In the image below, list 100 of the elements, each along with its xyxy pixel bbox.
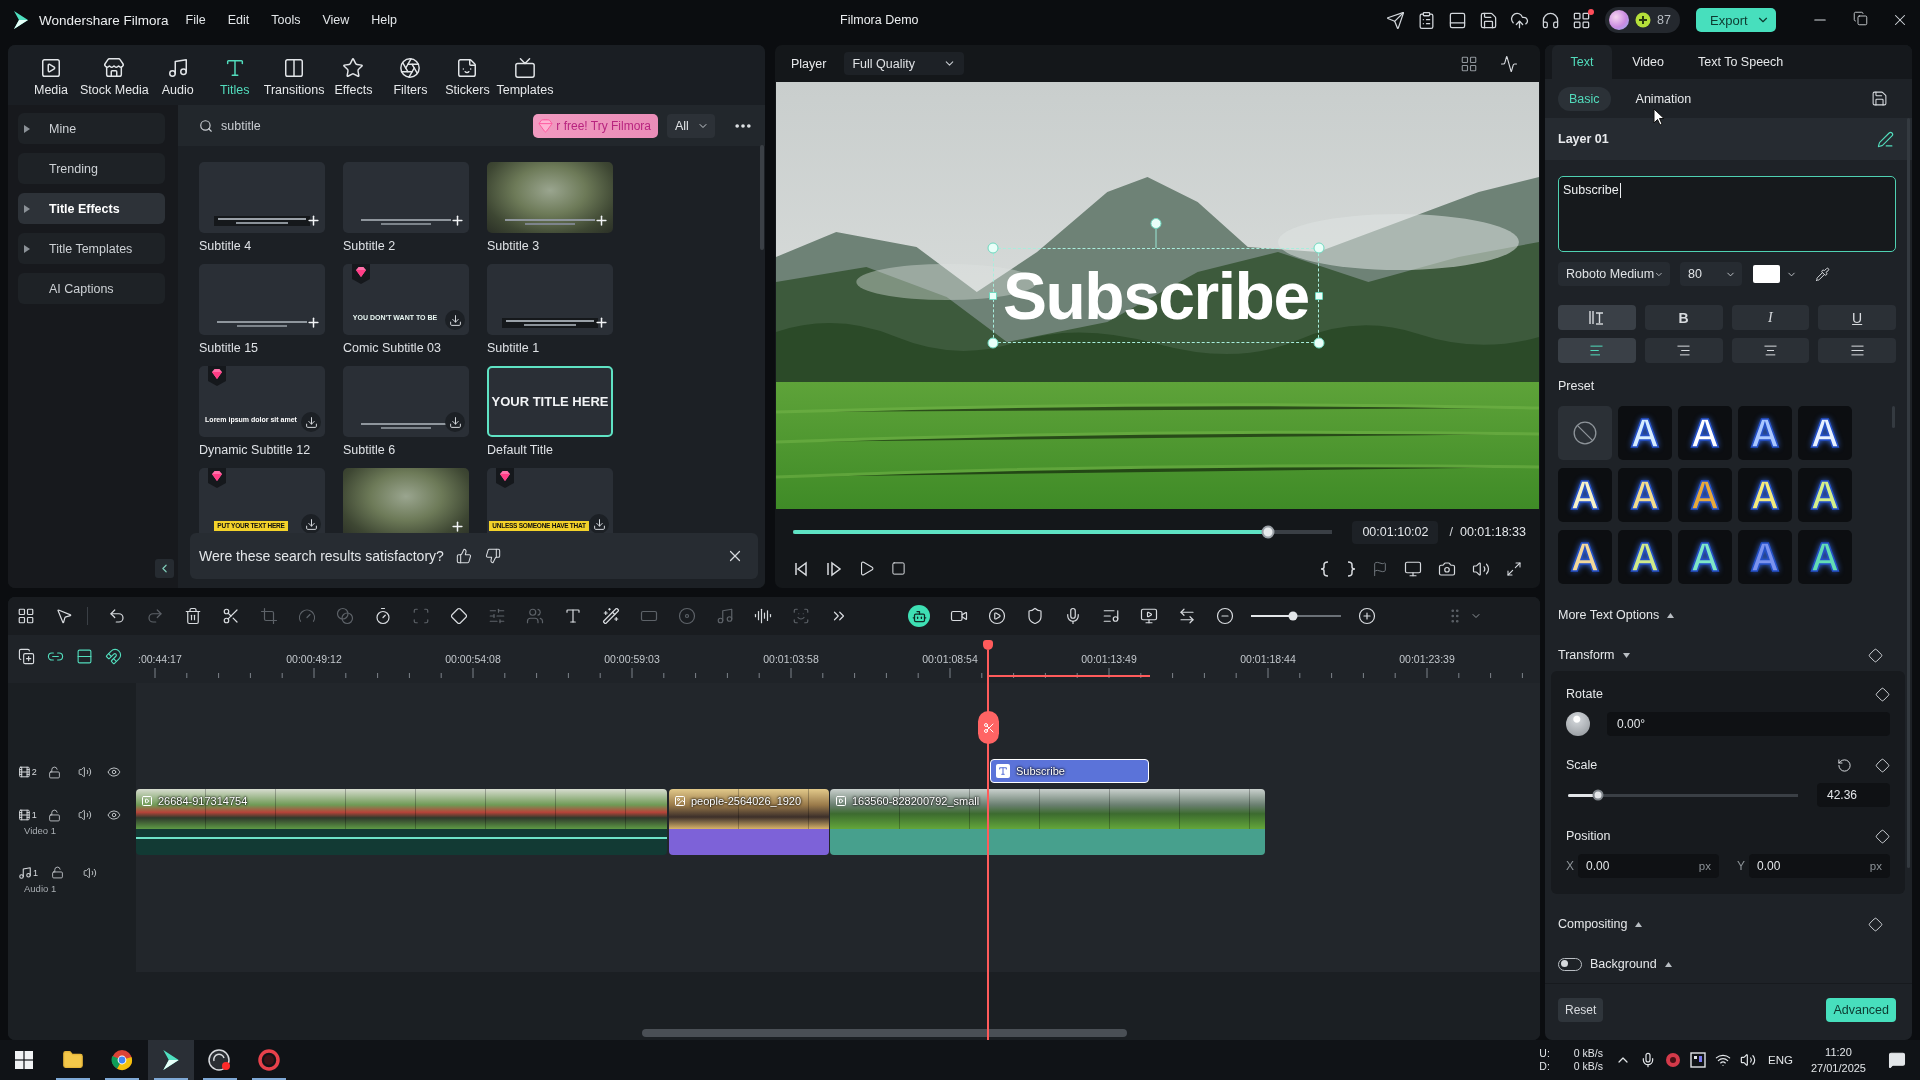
caret-icon[interactable] xyxy=(1664,961,1672,967)
next-frame-icon[interactable] xyxy=(826,560,842,577)
unlocked-lock-icon[interactable] xyxy=(48,808,62,822)
menu-item[interactable]: Tools xyxy=(260,9,312,31)
camera-icon[interactable] xyxy=(1438,559,1456,578)
download-icon[interactable] xyxy=(445,310,465,330)
preset-tile[interactable]: A xyxy=(1618,406,1672,460)
title-thumbnail[interactable] xyxy=(199,264,325,335)
microphone-icon[interactable] xyxy=(1064,607,1082,625)
plus-icon[interactable] xyxy=(594,213,609,228)
magic-wand-icon[interactable] xyxy=(602,607,620,625)
preset-tile[interactable]: A xyxy=(1678,468,1732,522)
preset-tile[interactable]: A xyxy=(1618,530,1672,584)
play-circle-icon[interactable] xyxy=(988,607,1006,625)
plus-icon[interactable] xyxy=(450,519,465,534)
resize-handle[interactable] xyxy=(1313,337,1325,349)
italic-button[interactable]: I xyxy=(1731,305,1810,330)
caret-icon[interactable] xyxy=(1635,921,1643,927)
menu-item[interactable]: Help xyxy=(360,9,409,31)
preset-tile[interactable]: A xyxy=(1738,530,1792,584)
speaker-icon[interactable] xyxy=(1472,559,1490,578)
cloud-upload-icon[interactable] xyxy=(1510,10,1530,30)
music-list-icon[interactable] xyxy=(1102,607,1120,625)
speaker-icon[interactable] xyxy=(77,808,92,822)
alignment-button[interactable] xyxy=(1818,338,1896,363)
diamond-icon[interactable] xyxy=(450,607,468,625)
download-icon[interactable] xyxy=(589,514,609,534)
plus-icon[interactable] xyxy=(594,315,609,330)
title-thumbnail[interactable] xyxy=(343,162,469,233)
title-thumbnail[interactable]: YOUR TITLE HERE xyxy=(487,366,613,437)
previous-frame-icon[interactable] xyxy=(794,560,810,577)
color-picker[interactable] xyxy=(1753,262,1797,286)
category-tab[interactable]: Templates xyxy=(496,57,554,97)
preset-tile[interactable]: A xyxy=(1738,468,1792,522)
resize-handle[interactable] xyxy=(1314,291,1323,300)
pulse-line-icon[interactable] xyxy=(1500,54,1518,73)
preset-tile[interactable]: A xyxy=(1798,468,1852,522)
category-tab[interactable]: Stickers xyxy=(439,57,496,97)
sub-tab[interactable]: Animation xyxy=(1624,86,1703,111)
underline-button[interactable]: U xyxy=(1818,305,1896,330)
zoom-in-icon[interactable] xyxy=(1358,607,1376,625)
flag-icon[interactable] xyxy=(1372,560,1388,577)
shield-icon[interactable] xyxy=(1026,607,1044,625)
send-icon[interactable] xyxy=(1386,10,1406,30)
disc-icon[interactable] xyxy=(1665,1052,1681,1068)
slider-thumb[interactable] xyxy=(1592,789,1604,801)
keyframe-diamond-icon[interactable] xyxy=(1868,647,1883,663)
ai-pen-icon[interactable] xyxy=(1877,130,1894,148)
alignment-button[interactable] xyxy=(1644,338,1723,363)
preset-tile[interactable]: A xyxy=(1558,468,1612,522)
resize-handle[interactable] xyxy=(989,291,997,300)
notification-icon[interactable] xyxy=(1888,1051,1906,1069)
export-button[interactable]: Export xyxy=(1696,8,1776,32)
progress-thumb[interactable] xyxy=(1261,525,1275,539)
reset-icon[interactable] xyxy=(1837,757,1852,773)
microphone-icon[interactable] xyxy=(1640,1052,1656,1068)
quality-dropdown[interactable]: Full Quality xyxy=(844,52,965,75)
title-thumbnail[interactable] xyxy=(487,264,613,335)
caret-icon[interactable] xyxy=(1667,612,1675,618)
thumbs-down-icon[interactable] xyxy=(484,548,501,564)
thumbs-up-icon[interactable] xyxy=(455,548,472,564)
panel-tab[interactable]: Text xyxy=(1552,45,1612,79)
position-x-field[interactable]: 0.00 px xyxy=(1578,854,1719,878)
text-icon[interactable] xyxy=(564,607,582,625)
preset-tile[interactable]: A xyxy=(1798,406,1852,460)
rotation-dial[interactable] xyxy=(1566,712,1590,736)
panel-tab[interactable]: Text To Speech xyxy=(1684,45,1798,79)
menu-item[interactable]: File xyxy=(174,9,217,31)
font-dropdown[interactable]: Roboto Medium xyxy=(1558,262,1670,286)
sub-tab[interactable]: Basic xyxy=(1558,86,1611,111)
trash-icon[interactable] xyxy=(184,607,202,625)
speaker-icon[interactable] xyxy=(83,865,97,880)
sidebar-item[interactable]: Trending xyxy=(18,153,165,184)
preset-tile[interactable] xyxy=(1558,406,1612,460)
headset-icon[interactable] xyxy=(1541,10,1561,30)
slider-thumb[interactable] xyxy=(1288,611,1298,621)
bold-button[interactable]: B xyxy=(1644,305,1723,330)
sidebar-item[interactable]: Mine xyxy=(18,113,165,144)
eye-icon[interactable] xyxy=(106,808,121,822)
monitor-icon[interactable] xyxy=(1404,559,1422,578)
download-icon[interactable] xyxy=(301,514,321,534)
timecode-field[interactable]: 00:01:10:02 xyxy=(1352,520,1439,544)
title-thumbnail[interactable] xyxy=(343,366,469,437)
save-icon[interactable] xyxy=(1871,90,1888,107)
panel-icon[interactable] xyxy=(1690,1052,1706,1068)
windows-start-icon[interactable] xyxy=(15,1051,33,1069)
preset-tile[interactable]: A xyxy=(1678,530,1732,584)
taskbar-app[interactable] xyxy=(148,1040,194,1080)
download-icon[interactable] xyxy=(445,412,465,432)
rotation-field[interactable]: 0.00° xyxy=(1607,712,1890,736)
grid-view-icon[interactable] xyxy=(1460,54,1478,73)
title-thumbnail[interactable] xyxy=(199,162,325,233)
panel-tab[interactable]: Video xyxy=(1618,45,1678,79)
account-pill[interactable]: 87 xyxy=(1605,7,1680,33)
avatar-icon[interactable] xyxy=(1609,10,1630,30)
preset-tile[interactable]: A xyxy=(1798,530,1852,584)
eye-icon[interactable] xyxy=(106,765,121,779)
scale-field[interactable]: 42.36 xyxy=(1817,783,1890,807)
sidebar-item[interactable]: AI Captions xyxy=(18,273,165,304)
wifi-icon[interactable] xyxy=(1715,1052,1731,1068)
